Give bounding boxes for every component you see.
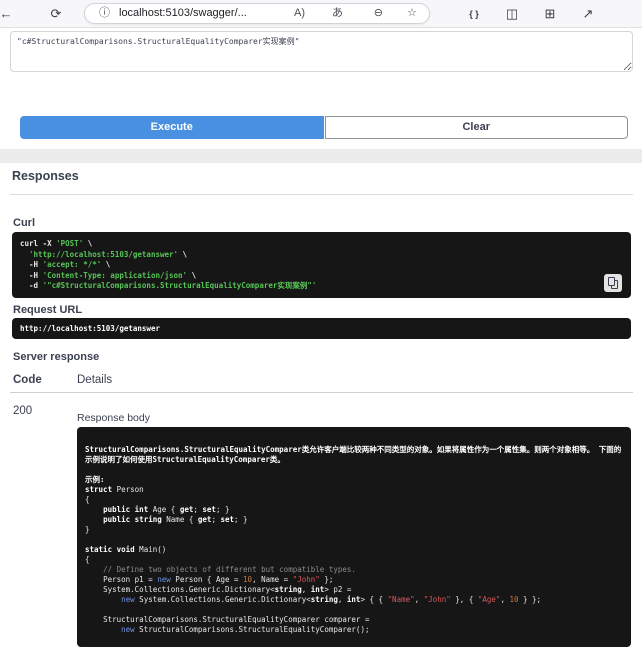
execute-clear-row: Execute Clear — [20, 116, 628, 139]
url-text[interactable]: localhost:5103/swagger/... — [119, 4, 247, 23]
share-icon[interactable]: ↗ — [576, 0, 600, 28]
table-header-divider — [10, 392, 633, 393]
curl-code-block: curl -X 'POST' \ 'http://localhost:5103/… — [12, 232, 631, 298]
response-body-label: Response body — [77, 412, 150, 424]
page: ← ⟳ ⓘ localhost:5103/swagger/... A) あ ⊖ … — [0, 0, 642, 647]
request-body-textarea[interactable] — [10, 31, 633, 72]
back-icon[interactable]: ← — [0, 0, 18, 28]
info-icon[interactable]: ⓘ — [99, 4, 110, 23]
request-url-label: Request URL — [13, 304, 82, 316]
curl-label: Curl — [13, 217, 35, 229]
responses-heading: Responses — [12, 169, 79, 183]
browser-toolbar: ← ⟳ ⓘ localhost:5103/swagger/... A) あ ⊖ … — [0, 0, 642, 28]
collections-add-icon[interactable]: ⊞ — [538, 0, 562, 28]
split-screen-icon[interactable]: ◫ — [500, 0, 524, 28]
text-size-icon[interactable]: A) — [294, 4, 305, 23]
server-response-label: Server response — [13, 351, 99, 363]
responses-divider — [10, 194, 633, 195]
braces-icon[interactable]: { } — [462, 0, 486, 28]
translate-icon[interactable]: あ — [332, 4, 343, 23]
response-body-code-block: StructuralComparisons.StructuralEquality… — [77, 427, 631, 647]
details-column-header: Details — [77, 374, 112, 386]
section-divider-band — [0, 149, 642, 163]
status-code-200: 200 — [13, 405, 32, 417]
execute-button[interactable]: Execute — [20, 116, 324, 139]
copy-sheet-front — [608, 277, 615, 286]
zoom-out-icon[interactable]: ⊖ — [374, 4, 383, 23]
request-url-value: http://localhost:5103/getanswer — [12, 318, 631, 339]
address-bar[interactable]: ⓘ localhost:5103/swagger/... A) あ ⊖ ☆ — [84, 3, 430, 24]
code-column-header: Code — [13, 374, 42, 386]
favorite-star-icon[interactable]: ☆ — [407, 4, 417, 23]
clear-button[interactable]: Clear — [325, 116, 629, 139]
copy-icon[interactable] — [604, 274, 622, 292]
refresh-icon[interactable]: ⟳ — [44, 0, 68, 28]
